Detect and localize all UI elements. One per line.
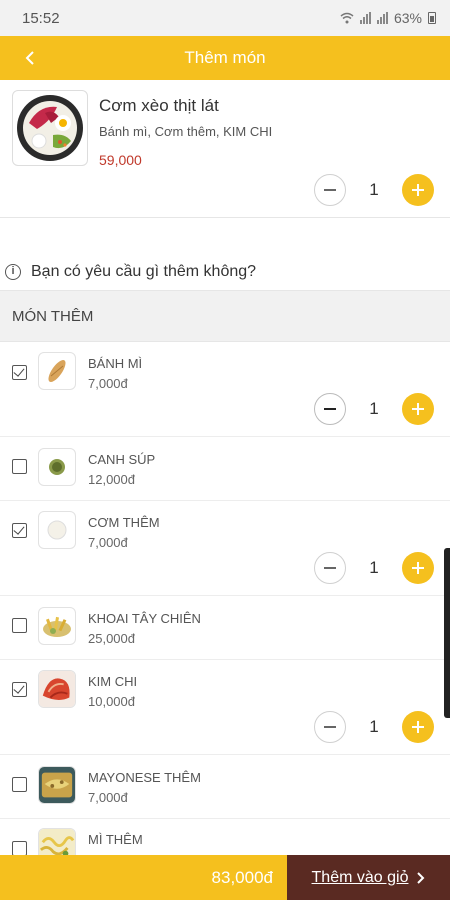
extra-item-canh-sup[interactable]: CANH SÚP 12,000đ [0,437,450,501]
decrease-button[interactable] [314,174,346,206]
extras-section-header: MÓN THÊM [0,290,450,342]
extra-price: 10,000đ [88,694,135,709]
checkbox-mayonese-them[interactable] [12,777,27,792]
extra-name: KHOAI TÂY CHIÊN [88,611,201,626]
increase-button[interactable] [402,174,434,206]
page-title: Thêm món [184,48,266,67]
extra-price: 7,000đ [88,790,128,805]
signal-icon-2 [376,12,388,24]
extra-name: MAYONESE THÊM [88,770,201,785]
app-header: Thêm món [0,36,450,80]
total-price: 83,000đ [0,855,287,900]
thumb-banh-mi [38,352,76,390]
battery-icon [428,12,436,24]
checkbox-canh-sup[interactable] [12,459,27,474]
add-to-cart-label: Thêm vào giỏ [311,868,409,886]
extra-item-com-them[interactable]: CƠM THÊM 7,000đ 1 [0,501,450,596]
extra-item-kim-chi[interactable]: KIM CHI 10,000đ 1 [0,660,450,755]
increase-button[interactable] [402,711,434,743]
chevron-right-icon [417,871,425,884]
info-icon: i [5,264,21,280]
special-request-label: Bạn có yêu cầu gì thêm không? [31,263,257,280]
decrease-button[interactable] [314,393,346,425]
extras-section-title: MÓN THÊM [12,307,94,325]
total-price-value: 83,000đ [211,867,273,887]
thumb-kim-chi [38,670,76,708]
product-card: Cơm xèo thịt lát Bánh mì, Cơm thêm, KIM … [0,80,450,218]
chevron-left-icon [25,51,34,65]
thumb-com-them [38,511,76,549]
extra-name: CƠM THÊM [88,515,160,530]
extra-name: KIM CHI [88,674,138,689]
extra-quantity: 1 [369,717,379,736]
add-to-cart-button[interactable]: Thêm vào giỏ [287,855,450,900]
checkbox-mi-them[interactable] [12,841,27,856]
product-quantity-stepper: 1 [314,174,434,206]
extra-quantity-stepper: 1 [314,711,434,743]
product-quantity: 1 [369,180,379,199]
checkbox-banh-mi[interactable] [12,365,27,380]
extra-name: MÌ THÊM [88,832,143,847]
thumb-mayonese-them [38,766,76,804]
increase-button[interactable] [402,552,434,584]
wifi-icon [340,12,354,24]
bottom-bar: 83,000đ Thêm vào giỏ [0,855,450,900]
status-bar: 15:52 63% [0,0,450,36]
extra-name: CANH SÚP [88,452,156,467]
extra-quantity-stepper: 1 [314,393,434,425]
extra-price: 7,000đ [88,535,128,550]
extra-quantity: 1 [369,399,379,418]
extra-price: 7,000đ [88,376,128,391]
extra-item-khoai-tay-chien[interactable]: KHOAI TÂY CHIÊN 25,000đ [0,596,450,660]
checkbox-khoai-tay-chien[interactable] [12,618,27,633]
decrease-button[interactable] [314,711,346,743]
special-request-row[interactable]: i Bạn có yêu cầu gì thêm không? [0,255,450,289]
checkbox-com-them[interactable] [12,523,27,538]
thumb-khoai-tay-chien [38,607,76,645]
extra-name: BÁNH MÌ [88,356,143,371]
product-name: Cơm xèo thịt lát [99,96,219,115]
scroll-indicator[interactable] [444,548,450,718]
extra-quantity-stepper: 1 [314,552,434,584]
back-button[interactable] [14,36,46,80]
checkbox-kim-chi[interactable] [12,682,27,697]
status-icons: 63% [340,10,436,26]
product-description: Bánh mì, Cơm thêm, KIM CHI [99,124,273,139]
decrease-button[interactable] [314,552,346,584]
battery-percent: 63% [393,10,422,26]
status-time: 15:52 [22,9,60,27]
increase-button[interactable] [402,393,434,425]
extra-price: 12,000đ [88,472,135,487]
extra-item-mayonese-them[interactable]: MAYONESE THÊM 7,000đ [0,755,450,819]
extra-price: 25,000đ [88,631,135,646]
extra-item-banh-mi[interactable]: BÁNH MÌ 7,000đ 1 [0,342,450,437]
product-image [12,90,88,166]
thumb-canh-sup [38,448,76,486]
extra-quantity: 1 [369,558,379,577]
product-price: 59,000 [99,152,142,168]
signal-icon [359,12,371,24]
